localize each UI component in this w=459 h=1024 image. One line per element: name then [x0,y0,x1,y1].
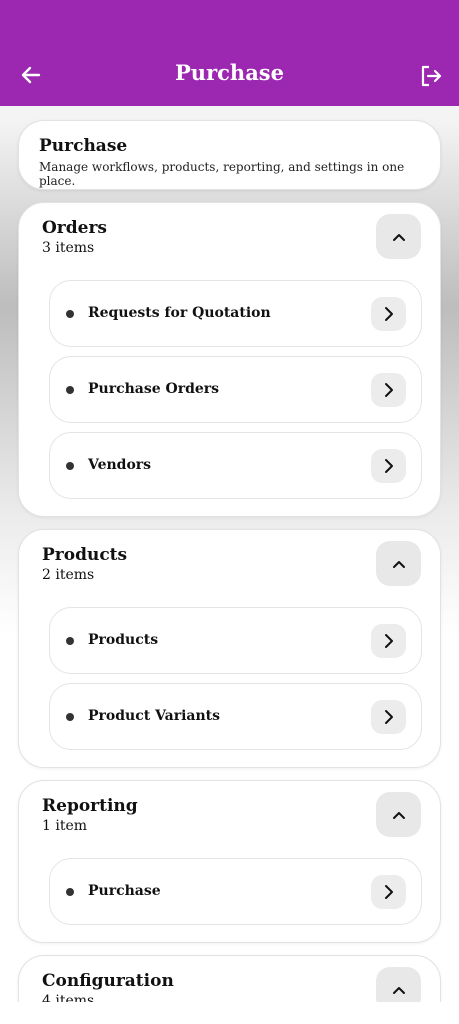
section-title: Products [42,545,128,565]
list-item-label: Requests for Quotation [88,305,271,321]
chevron-up-icon [392,233,405,241]
open-item-button[interactable] [371,624,406,658]
chevron-right-icon [384,383,393,397]
bullet-dot [66,637,74,645]
list-item-vendors[interactable]: Vendors [49,432,422,499]
header-card: Purchase Manage workflows, products, rep… [18,120,441,190]
list-item-product-variants[interactable]: Product Variants [49,683,422,750]
list-item-requests-for-quotation[interactable]: Requests for Quotation [49,280,422,347]
chevron-up-icon [392,560,405,568]
section-title: Orders [42,218,107,238]
chevron-right-icon [384,885,393,899]
open-item-button[interactable] [371,875,406,909]
section-orders: Orders 3 items Requests for Quotation Pu… [18,202,441,517]
chevron-right-icon [384,634,393,648]
list-item-purchase-report[interactable]: Purchase [49,858,422,925]
collapse-configuration-button[interactable] [376,967,421,1002]
section-reporting: Reporting 1 item Purchase [18,780,441,943]
list-item-label: Products [88,632,159,648]
section-count: 3 items [42,240,95,256]
open-item-button[interactable] [371,449,406,483]
collapse-reporting-button[interactable] [376,792,421,837]
chevron-right-icon [384,710,393,724]
chevron-up-icon [392,811,405,819]
app-bar: Purchase [0,0,459,106]
logout-button[interactable] [419,64,443,88]
list-item-label: Vendors [88,457,152,473]
section-configuration: Configuration 4 items [18,955,441,1002]
section-count: 2 items [42,567,95,583]
section-count: 1 item [42,818,88,834]
section-count: 4 items [42,993,95,1002]
collapse-products-button[interactable] [376,541,421,586]
list-item-products[interactable]: Products [49,607,422,674]
open-item-button[interactable] [371,297,406,331]
list-item-label: Purchase [88,883,161,899]
bullet-dot [66,888,74,896]
list-item-label: Purchase Orders [88,381,220,397]
list-item-purchase-orders[interactable]: Purchase Orders [49,356,422,423]
chevron-up-icon [392,986,405,994]
bullet-dot [66,386,74,394]
logout-icon [421,65,442,87]
open-item-button[interactable] [371,700,406,734]
chevron-right-icon [384,459,393,473]
section-products: Products 2 items Products Product Varian… [18,529,441,768]
bullet-dot [66,310,74,318]
content-scroll-area[interactable]: Purchase Manage workflows, products, rep… [0,106,459,1002]
header-title: Purchase [39,136,128,156]
page-title: Purchase [175,60,284,85]
header-subtitle: Manage workflows, products, reporting, a… [39,160,405,188]
collapse-orders-button[interactable] [376,214,421,259]
section-title: Reporting [42,796,138,816]
bullet-dot [66,462,74,470]
bullet-dot [66,713,74,721]
open-item-button[interactable] [371,373,406,407]
chevron-right-icon [384,307,393,321]
list-item-label: Product Variants [88,708,221,724]
section-title: Configuration [42,971,174,991]
